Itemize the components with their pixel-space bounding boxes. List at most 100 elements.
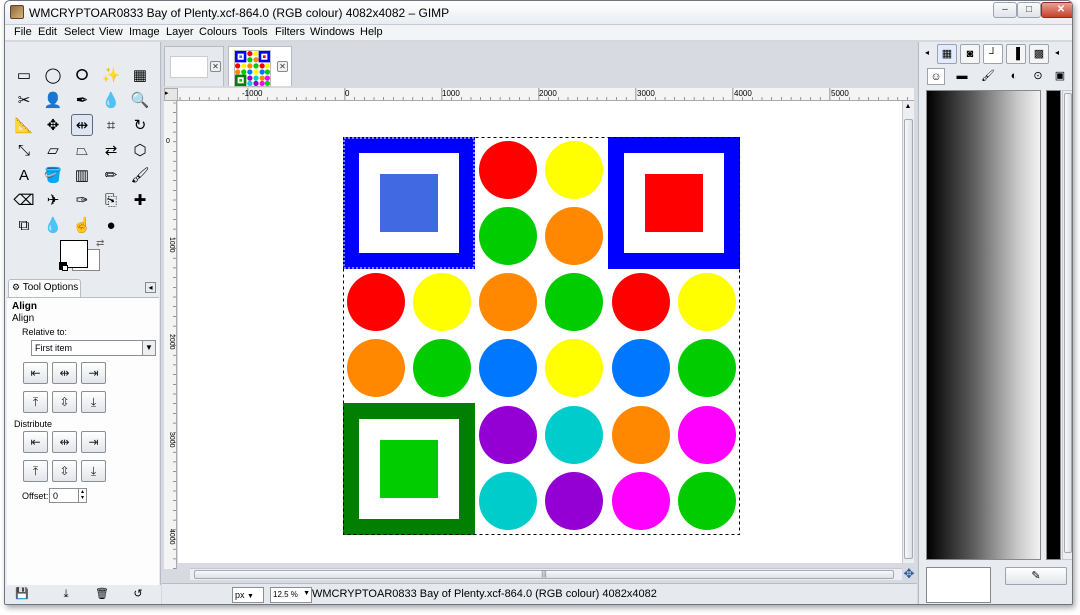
close-button[interactable]: ✕ xyxy=(1041,2,1072,18)
color-select-icon[interactable]: ▦ xyxy=(129,64,151,86)
clone-icon[interactable]: ⎘ xyxy=(100,189,122,211)
paths-icon[interactable]: ✒ xyxy=(71,89,93,111)
dock-scroll-thumb[interactable] xyxy=(1064,93,1072,553)
tab-colormap[interactable]: ▩ xyxy=(1029,44,1049,64)
scroll-up-icon[interactable]: ▲ xyxy=(903,101,913,113)
dock-scrollbar[interactable] xyxy=(1062,90,1072,560)
menu-edit[interactable]: Edit xyxy=(38,26,57,38)
tab-channels[interactable]: ▬ xyxy=(953,68,971,85)
dodge-burn-icon[interactable]: ● xyxy=(100,214,122,236)
menu-filters[interactable]: Filters xyxy=(275,26,305,38)
eraser-icon[interactable]: ⌫ xyxy=(13,189,35,211)
menu-file[interactable]: File xyxy=(14,26,32,38)
maximize-button[interactable]: □ xyxy=(1017,2,1041,18)
measure-icon[interactable]: 📐 xyxy=(13,114,35,136)
ruler-corner[interactable]: ▸ xyxy=(164,88,178,101)
scissors-select-icon[interactable]: ✂ xyxy=(13,89,35,111)
smudge-icon[interactable]: ☝ xyxy=(71,214,93,236)
blur-icon[interactable]: 💧 xyxy=(42,214,64,236)
scale-icon[interactable]: ⤡ xyxy=(13,139,35,161)
horizontal-scroll-thumb[interactable]: ||| xyxy=(194,570,894,579)
delete-options-icon[interactable]: 🗑 xyxy=(95,588,109,601)
flip-icon[interactable]: ⇄ xyxy=(100,139,122,161)
ink-icon[interactable]: ✑ xyxy=(71,189,93,211)
distribute-left-button[interactable]: ⇤ xyxy=(23,431,48,453)
menu-image[interactable]: Image xyxy=(129,26,160,38)
crop-icon[interactable]: ⌗ xyxy=(100,114,122,136)
reset-options-icon[interactable]: ↺ xyxy=(131,588,145,601)
bucket-fill-icon[interactable]: 🪣 xyxy=(42,164,64,186)
tab-tool-options[interactable]: ⚙ Tool Options xyxy=(8,279,81,297)
distribute-right-button[interactable]: ⇥ xyxy=(81,431,106,453)
rect-select-icon[interactable]: ▭ xyxy=(13,64,35,86)
tab-undo[interactable]: ⊙ xyxy=(1029,68,1047,85)
align-top-button[interactable]: ⤒ xyxy=(23,391,48,413)
zoom-select[interactable]: 12.5 % ▼ xyxy=(270,587,312,603)
close-tab-icon[interactable]: ✕ xyxy=(277,61,288,72)
relative-to-select[interactable]: First item ▼ xyxy=(31,340,156,356)
move-icon[interactable]: ✥ xyxy=(42,114,64,136)
menu-view[interactable]: View xyxy=(99,26,123,38)
ellipse-select-icon[interactable]: ◯ xyxy=(42,64,64,86)
menu-windows[interactable]: Windows xyxy=(310,26,355,38)
vertical-scrollbar[interactable]: ▲ xyxy=(902,101,914,563)
free-select-icon[interactable]: ⵔ xyxy=(71,64,93,86)
distribute-top-button[interactable]: ⤒ xyxy=(23,460,48,482)
image-tab-1[interactable]: ✕ xyxy=(164,46,224,86)
menu-tools[interactable]: Tools xyxy=(242,26,268,38)
menu-colours[interactable]: Colours xyxy=(199,26,237,38)
paintbrush-icon[interactable]: 🖌 xyxy=(129,164,151,186)
image-tab-2[interactable]: ✕ xyxy=(228,46,292,87)
distribute-center-button[interactable]: ⇹ xyxy=(52,431,77,453)
airbrush-icon[interactable]: ✈ xyxy=(42,189,64,211)
pencil-icon[interactable]: ✏ xyxy=(100,164,122,186)
perspective-icon[interactable]: ⏢ xyxy=(71,139,93,161)
fuzzy-select-icon[interactable]: ✨ xyxy=(100,64,122,86)
image-canvas[interactable] xyxy=(178,101,902,563)
vertical-ruler[interactable]: 0 1000 2000 3000 4000 xyxy=(164,101,177,569)
align-middle-button[interactable]: ⇳ xyxy=(52,391,77,413)
close-tab-icon[interactable]: ✕ xyxy=(210,61,221,72)
align-bottom-button[interactable]: ⤓ xyxy=(81,391,106,413)
menu-help[interactable]: Help xyxy=(360,26,383,38)
align-left-button[interactable]: ⇤ xyxy=(23,362,48,384)
tab-brushes[interactable]: ◙ xyxy=(960,44,980,64)
zoom-icon[interactable]: 🔍 xyxy=(129,89,151,111)
tab-paths[interactable]: 🖌 xyxy=(979,68,997,85)
align-icon[interactable]: ⇹ xyxy=(71,114,93,136)
horizontal-scrollbar[interactable]: ||| xyxy=(190,568,902,580)
horizontal-ruler[interactable]: -1000 0 1000 2000 3000 4000 5000 xyxy=(178,88,914,101)
align-right-button[interactable]: ⇥ xyxy=(81,362,106,384)
unit-select[interactable]: px ▼ xyxy=(232,587,264,603)
cage-icon[interactable]: ⬡ xyxy=(129,139,151,161)
tab-gradients[interactable]: ▐ xyxy=(1006,44,1026,64)
rotate-icon[interactable]: ↻ xyxy=(129,114,151,136)
save-options-icon[interactable]: 💾 xyxy=(15,588,29,601)
menu-select[interactable]: Select xyxy=(64,26,95,38)
tab-colors[interactable]: ◐ xyxy=(1005,68,1023,85)
tab-menu-icon[interactable]: ◂ xyxy=(145,282,156,293)
color-area[interactable]: ⇄ xyxy=(59,238,108,274)
minimize-button[interactable]: – xyxy=(993,2,1017,18)
spin-arrows-icon[interactable]: ▴ ▾ xyxy=(78,489,86,502)
tab-patterns[interactable]: ┘ xyxy=(983,44,1003,64)
gradient-preview[interactable] xyxy=(926,90,1041,560)
text-icon[interactable]: A xyxy=(13,164,35,186)
menu-layer[interactable]: Layer xyxy=(166,26,194,38)
offset-input[interactable]: 0 ▴ ▾ xyxy=(49,488,87,503)
distribute-bottom-button[interactable]: ⤓ xyxy=(81,460,106,482)
distribute-middle-button[interactable]: ⇳ xyxy=(52,460,77,482)
tab-images[interactable]: ▣ xyxy=(1051,68,1069,85)
tab-layers[interactable]: ☺ xyxy=(927,68,945,85)
perspective-clone-icon[interactable]: ⧉ xyxy=(13,214,35,236)
restore-options-icon[interactable]: ⤓ xyxy=(59,588,73,601)
color-picker-icon[interactable]: 💧 xyxy=(100,89,122,111)
foreground-select-icon[interactable]: 👤 xyxy=(42,89,64,111)
image-content[interactable] xyxy=(343,137,740,535)
edit-button[interactable]: ✎ xyxy=(1005,567,1067,585)
vertical-scroll-thumb[interactable] xyxy=(904,119,913,559)
shear-icon[interactable]: ▱ xyxy=(42,139,64,161)
dock-menu-icon[interactable]: ◂ xyxy=(925,48,929,57)
tab-palettes[interactable]: ▦ xyxy=(937,44,957,64)
blend-icon[interactable]: ▥ xyxy=(71,164,93,186)
